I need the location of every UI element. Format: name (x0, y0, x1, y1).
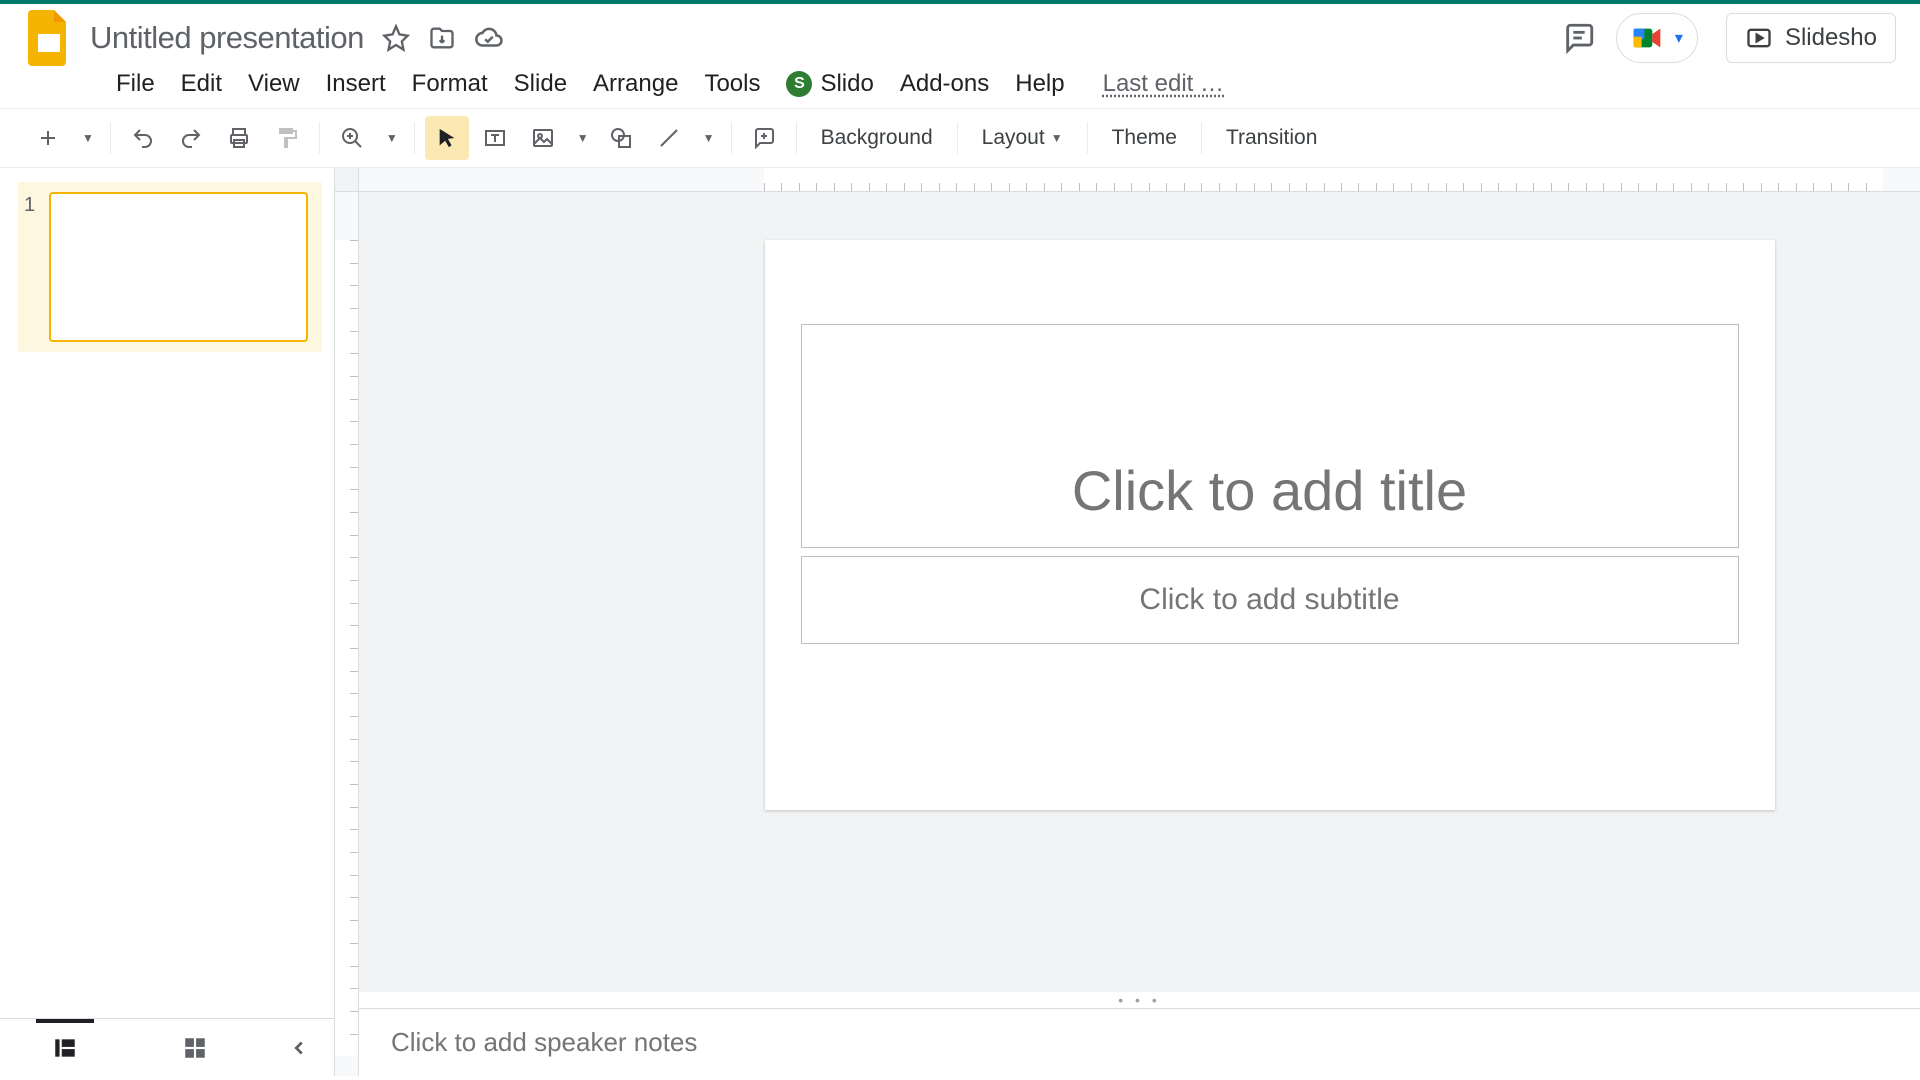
main-area: 1 (0, 168, 1920, 1076)
cloud-status-icon[interactable] (474, 23, 504, 53)
zoom-button[interactable] (330, 116, 374, 160)
slido-badge-icon: S (786, 71, 812, 97)
meet-button[interactable]: ▾ (1616, 13, 1698, 63)
ruler-corner (335, 168, 359, 192)
slide-thumbnail-row[interactable]: 1 (18, 182, 322, 352)
slide-number: 1 (24, 192, 35, 342)
separator (957, 122, 958, 154)
toolbar: ▼ ▼ ▼ ▼ Background Layout ▼ Theme (0, 108, 1920, 168)
menu-insert[interactable]: Insert (326, 70, 386, 98)
menu-arrange[interactable]: Arrange (593, 70, 678, 98)
menu-slido-label: Slido (820, 70, 873, 98)
last-edit-link[interactable]: Last edit … (1103, 70, 1224, 98)
separator (731, 122, 732, 154)
menu-format[interactable]: Format (412, 70, 488, 98)
subtitle-placeholder[interactable]: Click to add subtitle (801, 556, 1739, 644)
vertical-ruler[interactable] (335, 192, 359, 1076)
menu-tools[interactable]: Tools (704, 70, 760, 98)
slide-canvas[interactable]: Click to add title Click to add subtitle (765, 240, 1775, 810)
horizontal-ruler[interactable] (359, 168, 1920, 192)
new-slide-dropdown[interactable]: ▼ (74, 116, 100, 160)
menu-addons[interactable]: Add-ons (900, 70, 989, 98)
theme-button[interactable]: Theme (1098, 116, 1191, 160)
menubar: File Edit View Insert Format Slide Arran… (0, 64, 1920, 108)
menu-edit[interactable]: Edit (181, 70, 222, 98)
slideshow-label: Slidesho (1785, 24, 1877, 52)
menu-file[interactable]: File (116, 70, 155, 98)
title-placeholder[interactable]: Click to add title (801, 324, 1739, 548)
separator (110, 122, 111, 154)
speaker-notes[interactable]: Click to add speaker notes (359, 1008, 1920, 1076)
menu-slide[interactable]: Slide (514, 70, 567, 98)
menu-slido[interactable]: S Slido (786, 70, 873, 98)
line-dropdown[interactable]: ▼ (695, 116, 721, 160)
new-slide-button[interactable] (26, 116, 70, 160)
notes-splitter[interactable]: • • • (359, 992, 1920, 1008)
comment-button[interactable] (742, 116, 786, 160)
separator (414, 122, 415, 154)
paint-format-button[interactable] (265, 116, 309, 160)
document-title[interactable]: Untitled presentation (90, 20, 364, 56)
separator (796, 122, 797, 154)
line-tool[interactable] (647, 116, 691, 160)
separator (1087, 122, 1088, 154)
dropdown-caret-icon: ▾ (1675, 28, 1683, 48)
layout-label: Layout (982, 126, 1045, 150)
star-icon[interactable] (382, 24, 410, 52)
shape-tool[interactable] (599, 116, 643, 160)
header: Untitled presentation ▾ Slidesho (0, 4, 1920, 64)
undo-button[interactable] (121, 116, 165, 160)
image-tool[interactable] (521, 116, 565, 160)
dropdown-caret-icon: ▼ (1051, 131, 1063, 145)
transition-button[interactable]: Transition (1212, 116, 1331, 160)
collapse-filmstrip-button[interactable] (260, 1037, 334, 1059)
menu-help[interactable]: Help (1015, 70, 1064, 98)
filmstrip-footer (0, 1018, 334, 1076)
redo-button[interactable] (169, 116, 213, 160)
image-dropdown[interactable]: ▼ (569, 116, 595, 160)
separator (319, 122, 320, 154)
filmstrip: 1 (0, 168, 335, 1076)
print-button[interactable] (217, 116, 261, 160)
move-icon[interactable] (428, 24, 456, 52)
menu-view[interactable]: View (248, 70, 300, 98)
layout-button[interactable]: Layout ▼ (968, 116, 1077, 160)
zoom-dropdown[interactable]: ▼ (378, 116, 404, 160)
select-tool[interactable] (425, 116, 469, 160)
background-button[interactable]: Background (807, 116, 947, 160)
slides-logo[interactable] (24, 13, 74, 63)
slide-thumbnail[interactable] (49, 192, 308, 342)
separator (1201, 122, 1202, 154)
canvas-area: Click to add title Click to add subtitle… (335, 168, 1920, 1076)
comments-icon[interactable] (1562, 21, 1596, 55)
slide-stage[interactable]: Click to add title Click to add subtitle (359, 192, 1920, 992)
textbox-tool[interactable] (473, 116, 517, 160)
filmstrip-view-tab[interactable] (0, 1019, 130, 1076)
grid-view-tab[interactable] (130, 1019, 260, 1076)
slideshow-button[interactable]: Slidesho (1726, 13, 1896, 63)
